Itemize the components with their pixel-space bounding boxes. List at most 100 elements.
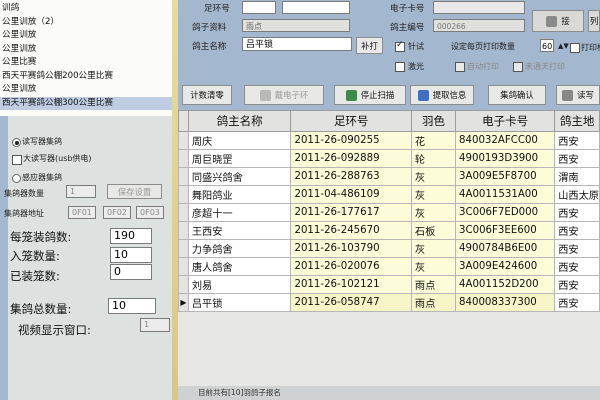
table-row[interactable]: 唐人鸽舍 2011-26-020076 灰 3A009E424600 西安 <box>178 257 600 276</box>
address-field-2[interactable]: 0F02 <box>103 206 131 219</box>
induction-collect-radio[interactable] <box>12 174 21 183</box>
cell-ring[interactable]: 2011-26-092889 <box>290 149 412 168</box>
auto-print-checkbox[interactable] <box>455 62 465 72</box>
cell-chip[interactable]: 4A001152D200 <box>454 275 556 294</box>
cell-location[interactable]: 西安 <box>554 239 600 258</box>
per-cage-field[interactable]: 190 <box>110 228 152 244</box>
cell-owner[interactable]: 周庆 <box>187 131 292 150</box>
row-indicator[interactable] <box>178 203 189 222</box>
stop-scan-button[interactable]: 停止扫描 <box>334 85 406 105</box>
cell-ring[interactable]: 2011-26-288763 <box>290 167 412 186</box>
cell-owner[interactable]: 吕平锁 <box>187 293 292 312</box>
cell-chip[interactable]: 4900784B6E00 <box>454 239 556 258</box>
wear-chip-button[interactable]: 戴电子环 <box>244 85 324 105</box>
row-indicator[interactable] <box>178 257 189 276</box>
race-list-item[interactable]: 训鸽 <box>0 2 172 15</box>
table-row[interactable]: 同盛兴鸽舍 2011-26-288763 灰 3A009E5F8700 渭南 <box>178 167 600 186</box>
row-indicator[interactable] <box>178 239 189 258</box>
cell-color[interactable]: 轮 <box>410 149 457 168</box>
row-indicator[interactable] <box>178 221 189 240</box>
address-field-3[interactable]: 0F03 <box>136 206 164 219</box>
cell-owner[interactable]: 彦超十一 <box>187 203 292 222</box>
column-header-location[interactable]: 鸽主地 <box>554 110 600 132</box>
cell-color[interactable]: 石板 <box>410 221 457 240</box>
reader-collect-radio[interactable] <box>12 138 21 147</box>
race-list-item[interactable]: 公里比赛 <box>0 56 172 69</box>
collector-count-field[interactable]: 1 <box>66 185 96 198</box>
print-test-checkbox[interactable] <box>395 40 405 52</box>
table-row[interactable]: 王西安 2011-26-245670 石板 3C006F3EE600 西安 <box>178 221 600 240</box>
cell-owner[interactable]: 力争鸽舍 <box>187 239 292 258</box>
row-indicator[interactable] <box>178 131 189 150</box>
race-list-item[interactable]: 公里训放 <box>0 83 172 96</box>
cell-chip[interactable]: 4A0011531A00 <box>454 185 556 204</box>
cell-ring[interactable]: 2011-04-486109 <box>290 185 412 204</box>
owner-no-field[interactable]: 000266 <box>433 19 525 32</box>
row-indicator[interactable]: ▶ <box>178 293 189 312</box>
race-list-item[interactable]: 公里训放 <box>0 29 172 42</box>
list-button[interactable]: 列 <box>588 10 600 32</box>
table-row[interactable]: 彦超十一 2011-26-177617 灰 3C006F7ED000 西安 <box>178 203 600 222</box>
cell-owner[interactable]: 同盛兴鸽舍 <box>187 167 292 186</box>
cell-color[interactable]: 花 <box>410 131 457 150</box>
cell-color[interactable]: 灰 <box>410 185 457 204</box>
cell-color[interactable]: 灰 <box>410 203 457 222</box>
per-page-spinner[interactable]: ▲▼ <box>558 42 569 50</box>
race-list-item[interactable]: 西天平赛鸽公棚200公里比赛 <box>0 70 172 83</box>
row-indicator[interactable] <box>178 185 189 204</box>
column-header-color[interactable]: 羽色 <box>410 110 457 132</box>
cell-location[interactable]: 西安 <box>554 293 600 312</box>
cell-ring[interactable]: 2011-26-103790 <box>290 239 412 258</box>
table-row[interactable]: 周巨晓罡 2011-26-092889 轮 4900193D3900 西安 <box>178 149 600 168</box>
cell-location[interactable]: 西安 <box>554 131 600 150</box>
cell-chip[interactable]: 840032AFCC00 <box>454 131 556 150</box>
cell-ring[interactable]: 2011-26-102121 <box>290 275 412 294</box>
cell-location[interactable]: 西安 <box>554 203 600 222</box>
column-header-chip[interactable]: 电子卡号 <box>454 110 556 132</box>
video-window-field[interactable]: 1 <box>140 318 170 332</box>
total-field[interactable]: 10 <box>108 298 156 314</box>
table-row[interactable]: 舞阳鸽业 2011-04-486109 灰 4A0011531A00 山西太原 <box>178 185 600 204</box>
cell-location[interactable]: 西安 <box>554 257 600 276</box>
cell-owner[interactable]: 舞阳鸽业 <box>187 185 292 204</box>
laser-checkbox[interactable] <box>395 62 405 72</box>
cell-color[interactable]: 雨点 <box>410 293 457 312</box>
save-settings-button[interactable]: 保存设置 <box>107 184 162 199</box>
receive-button[interactable]: 接 <box>532 10 584 32</box>
ring-field-prefix[interactable] <box>242 1 276 14</box>
table-row[interactable]: 力争鸽舍 2011-26-103790 灰 4900784B6E00 西安 <box>178 239 600 258</box>
cell-chip[interactable]: 4900193D3900 <box>454 149 556 168</box>
cell-chip[interactable]: 3C006F3EE600 <box>454 221 556 240</box>
owner-name-field[interactable]: 吕平锁 <box>242 37 352 51</box>
cell-chip[interactable]: 3C006F7ED000 <box>454 203 556 222</box>
cell-ring[interactable]: 2011-26-058747 <box>290 293 412 312</box>
cell-location[interactable]: 西安 <box>554 149 600 168</box>
race-list[interactable]: 训鸽 公里训放（2） 公里训放 公里训放 公里比赛 西天平赛鸽公棚200公里比赛 公里训放西… <box>0 0 173 116</box>
cell-color[interactable]: 灰 <box>410 257 457 276</box>
cell-ring[interactable]: 2011-26-177617 <box>290 203 412 222</box>
column-header-owner[interactable]: 鸽主名称 <box>187 110 292 132</box>
race-list-item[interactable]: 西天平赛鸽公棚300公里比赛 <box>0 96 172 110</box>
loaded-field[interactable]: 0 <box>110 264 152 280</box>
cell-location[interactable]: 西安 <box>554 221 600 240</box>
cell-owner[interactable]: 刘易 <box>187 275 292 294</box>
row-indicator[interactable] <box>178 275 189 294</box>
confirm-collect-button[interactable]: 集鸽确认 <box>488 85 546 105</box>
row-indicator[interactable] <box>178 167 189 186</box>
cell-location[interactable]: 西安 <box>554 275 600 294</box>
clear-count-button[interactable]: 计数清零 <box>182 85 232 105</box>
cage-in-field[interactable]: 10 <box>110 247 152 263</box>
cell-color[interactable]: 雨点 <box>410 275 457 294</box>
print-button[interactable]: 补打 <box>356 37 383 54</box>
cell-owner[interactable]: 周巨晓罡 <box>187 149 292 168</box>
cell-owner[interactable]: 王西安 <box>187 221 292 240</box>
chip-field[interactable] <box>433 1 525 14</box>
fetch-info-button[interactable]: 提取信息 <box>410 85 474 105</box>
cell-owner[interactable]: 唐人鸽舍 <box>187 257 292 276</box>
cell-ring[interactable]: 2011-26-245670 <box>290 221 412 240</box>
cell-chip[interactable]: 3A009E424600 <box>454 257 556 276</box>
race-list-item[interactable]: 公里训放（2） <box>0 16 172 29</box>
row-indicator[interactable] <box>178 149 189 168</box>
ring-field[interactable] <box>282 1 350 14</box>
owner-info-field[interactable]: 雨点 <box>242 19 350 32</box>
